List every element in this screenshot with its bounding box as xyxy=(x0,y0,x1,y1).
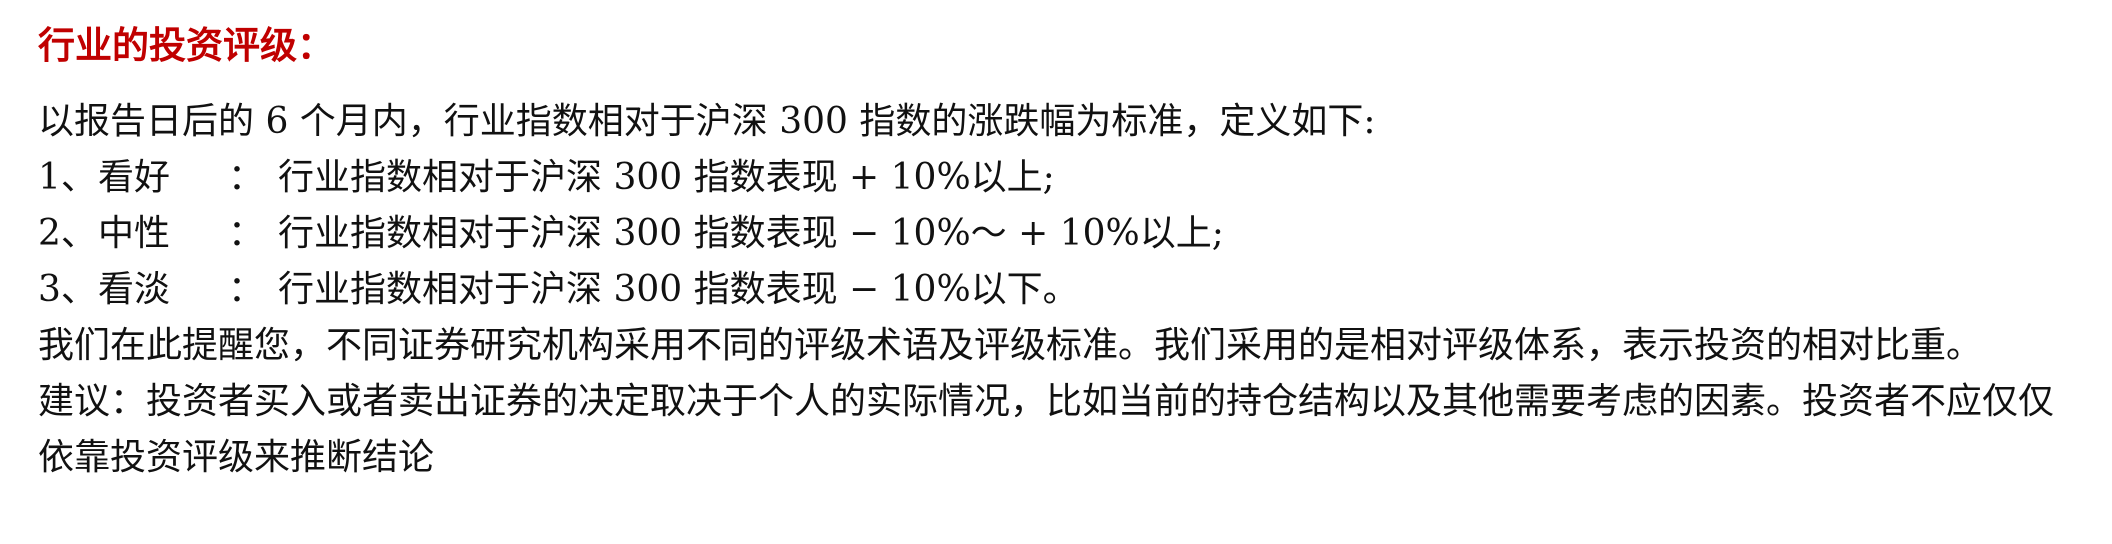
suggestion-paragraph: 建议：投资者买入或者卖出证券的决定取决于个人的实际情况，比如当前的持仓结构以及其… xyxy=(38,381,2055,478)
reminder-paragraph: 我们在此提醒您，不同证券研究机构采用不同的评级术语及评级标准。我们采用的是相对评… xyxy=(38,325,1983,366)
rating-number: 2、 xyxy=(38,213,97,254)
intro-text: 以报告日后的 6 个月内，行业指数相对于沪深 300 指数的涨跌幅为标准，定义如… xyxy=(38,101,1376,142)
rating-colon: ： xyxy=(228,213,265,254)
rating-item-negative: 3、 看淡 ： 行业指数相对于沪深 300 指数表现 − 10%以下。 xyxy=(38,262,2088,318)
rating-colon: ： xyxy=(228,269,265,310)
rating-description: 行业指数相对于沪深 300 指数表现 − 10%～ + 10%以上; xyxy=(278,213,1224,254)
rating-number: 3、 xyxy=(38,269,97,310)
rating-name: 中性 xyxy=(98,213,171,254)
rating-name: 看好 xyxy=(98,157,171,198)
rating-item-positive: 1、 看好 ： 行业指数相对于沪深 300 指数表现 + 10%以上; xyxy=(38,150,2088,206)
rating-name: 看淡 xyxy=(98,269,171,310)
section-heading: 行业的投资评级： xyxy=(38,23,334,67)
rating-item-neutral: 2、 中性 ： 行业指数相对于沪深 300 指数表现 − 10%～ + 10%以… xyxy=(38,206,2088,262)
rating-number: 1、 xyxy=(38,157,97,198)
rating-description: 行业指数相对于沪深 300 指数表现 + 10%以上; xyxy=(278,157,1055,198)
rating-colon: ： xyxy=(228,157,265,198)
rating-description: 行业指数相对于沪深 300 指数表现 − 10%以下。 xyxy=(278,269,1079,310)
rating-disclaimer-section: 行业的投资评级： 以报告日后的 6 个月内，行业指数相对于沪深 300 指数的涨… xyxy=(38,20,2088,486)
